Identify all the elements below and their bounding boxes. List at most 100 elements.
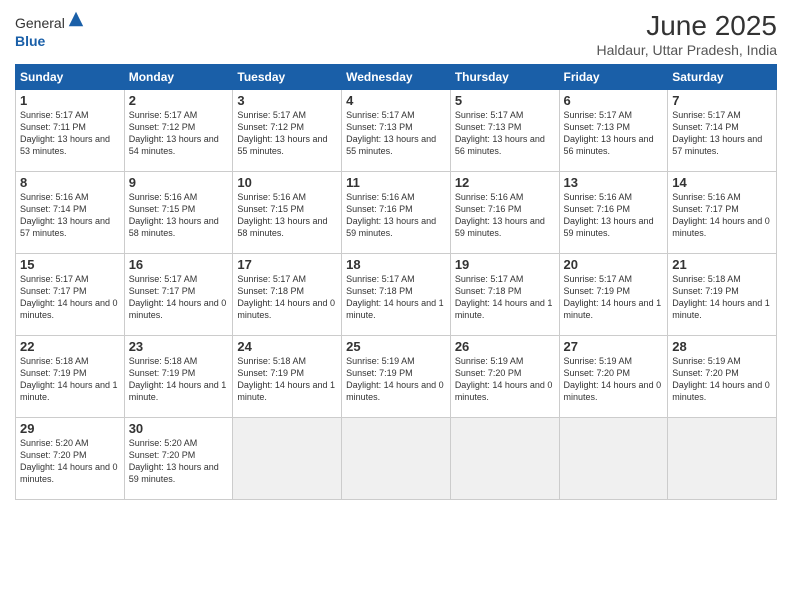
day-info: Sunrise: 5:19 AM Sunset: 7:19 PM Dayligh…: [346, 355, 446, 404]
table-row: 15 Sunrise: 5:17 AM Sunset: 7:17 PM Dayl…: [16, 254, 125, 336]
table-row: 19 Sunrise: 5:17 AM Sunset: 7:18 PM Dayl…: [450, 254, 559, 336]
day-info: Sunrise: 5:20 AM Sunset: 7:20 PM Dayligh…: [129, 437, 229, 486]
day-number: 19: [455, 257, 555, 272]
table-row: 5 Sunrise: 5:17 AM Sunset: 7:13 PM Dayli…: [450, 90, 559, 172]
calendar-week-row: 22 Sunrise: 5:18 AM Sunset: 7:19 PM Dayl…: [16, 336, 777, 418]
calendar-table: Sunday Monday Tuesday Wednesday Thursday…: [15, 64, 777, 500]
day-number: 29: [20, 421, 120, 436]
day-info: Sunrise: 5:18 AM Sunset: 7:19 PM Dayligh…: [129, 355, 229, 404]
col-sunday: Sunday: [16, 65, 125, 90]
table-row: 13 Sunrise: 5:16 AM Sunset: 7:16 PM Dayl…: [559, 172, 668, 254]
day-info: Sunrise: 5:19 AM Sunset: 7:20 PM Dayligh…: [455, 355, 555, 404]
day-info: Sunrise: 5:17 AM Sunset: 7:13 PM Dayligh…: [564, 109, 664, 158]
table-row: 3 Sunrise: 5:17 AM Sunset: 7:12 PM Dayli…: [233, 90, 342, 172]
day-info: Sunrise: 5:17 AM Sunset: 7:17 PM Dayligh…: [20, 273, 120, 322]
logo-general: General: [15, 15, 65, 31]
table-row: 12 Sunrise: 5:16 AM Sunset: 7:16 PM Dayl…: [450, 172, 559, 254]
table-row: 30 Sunrise: 5:20 AM Sunset: 7:20 PM Dayl…: [124, 418, 233, 500]
calendar-week-row: 8 Sunrise: 5:16 AM Sunset: 7:14 PM Dayli…: [16, 172, 777, 254]
table-row: 8 Sunrise: 5:16 AM Sunset: 7:14 PM Dayli…: [16, 172, 125, 254]
day-number: 21: [672, 257, 772, 272]
day-number: 20: [564, 257, 664, 272]
day-info: Sunrise: 5:16 AM Sunset: 7:17 PM Dayligh…: [672, 191, 772, 240]
table-row: [233, 418, 342, 500]
logo: General Blue: [15, 10, 85, 51]
header: General Blue June 2025 Haldaur, Uttar Pr…: [15, 10, 777, 58]
day-info: Sunrise: 5:18 AM Sunset: 7:19 PM Dayligh…: [237, 355, 337, 404]
day-number: 3: [237, 93, 337, 108]
day-info: Sunrise: 5:17 AM Sunset: 7:19 PM Dayligh…: [564, 273, 664, 322]
table-row: 10 Sunrise: 5:16 AM Sunset: 7:15 PM Dayl…: [233, 172, 342, 254]
table-row: 20 Sunrise: 5:17 AM Sunset: 7:19 PM Dayl…: [559, 254, 668, 336]
day-number: 8: [20, 175, 120, 190]
day-number: 7: [672, 93, 772, 108]
day-info: Sunrise: 5:16 AM Sunset: 7:16 PM Dayligh…: [346, 191, 446, 240]
col-saturday: Saturday: [668, 65, 777, 90]
page: General Blue June 2025 Haldaur, Uttar Pr…: [0, 0, 792, 612]
table-row: 26 Sunrise: 5:19 AM Sunset: 7:20 PM Dayl…: [450, 336, 559, 418]
day-info: Sunrise: 5:20 AM Sunset: 7:20 PM Dayligh…: [20, 437, 120, 486]
table-row: 29 Sunrise: 5:20 AM Sunset: 7:20 PM Dayl…: [16, 418, 125, 500]
calendar-week-row: 29 Sunrise: 5:20 AM Sunset: 7:20 PM Dayl…: [16, 418, 777, 500]
day-info: Sunrise: 5:16 AM Sunset: 7:15 PM Dayligh…: [129, 191, 229, 240]
day-number: 26: [455, 339, 555, 354]
table-row: 4 Sunrise: 5:17 AM Sunset: 7:13 PM Dayli…: [342, 90, 451, 172]
table-row: 16 Sunrise: 5:17 AM Sunset: 7:17 PM Dayl…: [124, 254, 233, 336]
day-number: 2: [129, 93, 229, 108]
day-number: 4: [346, 93, 446, 108]
table-row: [342, 418, 451, 500]
day-info: Sunrise: 5:16 AM Sunset: 7:16 PM Dayligh…: [564, 191, 664, 240]
day-info: Sunrise: 5:18 AM Sunset: 7:19 PM Dayligh…: [672, 273, 772, 322]
table-row: 24 Sunrise: 5:18 AM Sunset: 7:19 PM Dayl…: [233, 336, 342, 418]
table-row: 11 Sunrise: 5:16 AM Sunset: 7:16 PM Dayl…: [342, 172, 451, 254]
day-info: Sunrise: 5:19 AM Sunset: 7:20 PM Dayligh…: [564, 355, 664, 404]
col-friday: Friday: [559, 65, 668, 90]
day-info: Sunrise: 5:16 AM Sunset: 7:15 PM Dayligh…: [237, 191, 337, 240]
title-block: June 2025 Haldaur, Uttar Pradesh, India: [596, 10, 777, 58]
day-number: 25: [346, 339, 446, 354]
day-info: Sunrise: 5:16 AM Sunset: 7:14 PM Dayligh…: [20, 191, 120, 240]
day-number: 30: [129, 421, 229, 436]
day-number: 16: [129, 257, 229, 272]
day-number: 12: [455, 175, 555, 190]
day-number: 22: [20, 339, 120, 354]
page-title: June 2025: [596, 10, 777, 42]
day-info: Sunrise: 5:17 AM Sunset: 7:13 PM Dayligh…: [346, 109, 446, 158]
table-row: 14 Sunrise: 5:16 AM Sunset: 7:17 PM Dayl…: [668, 172, 777, 254]
table-row: [450, 418, 559, 500]
day-info: Sunrise: 5:18 AM Sunset: 7:19 PM Dayligh…: [20, 355, 120, 404]
day-info: Sunrise: 5:17 AM Sunset: 7:12 PM Dayligh…: [237, 109, 337, 158]
day-number: 24: [237, 339, 337, 354]
day-number: 13: [564, 175, 664, 190]
table-row: 9 Sunrise: 5:16 AM Sunset: 7:15 PM Dayli…: [124, 172, 233, 254]
day-number: 5: [455, 93, 555, 108]
table-row: 7 Sunrise: 5:17 AM Sunset: 7:14 PM Dayli…: [668, 90, 777, 172]
table-row: 27 Sunrise: 5:19 AM Sunset: 7:20 PM Dayl…: [559, 336, 668, 418]
day-info: Sunrise: 5:17 AM Sunset: 7:13 PM Dayligh…: [455, 109, 555, 158]
day-info: Sunrise: 5:19 AM Sunset: 7:20 PM Dayligh…: [672, 355, 772, 404]
day-info: Sunrise: 5:17 AM Sunset: 7:14 PM Dayligh…: [672, 109, 772, 158]
table-row: 21 Sunrise: 5:18 AM Sunset: 7:19 PM Dayl…: [668, 254, 777, 336]
day-number: 14: [672, 175, 772, 190]
day-info: Sunrise: 5:17 AM Sunset: 7:11 PM Dayligh…: [20, 109, 120, 158]
day-number: 15: [20, 257, 120, 272]
day-info: Sunrise: 5:17 AM Sunset: 7:18 PM Dayligh…: [346, 273, 446, 322]
table-row: 28 Sunrise: 5:19 AM Sunset: 7:20 PM Dayl…: [668, 336, 777, 418]
col-tuesday: Tuesday: [233, 65, 342, 90]
calendar-week-row: 1 Sunrise: 5:17 AM Sunset: 7:11 PM Dayli…: [16, 90, 777, 172]
day-info: Sunrise: 5:16 AM Sunset: 7:16 PM Dayligh…: [455, 191, 555, 240]
col-thursday: Thursday: [450, 65, 559, 90]
day-number: 11: [346, 175, 446, 190]
table-row: 17 Sunrise: 5:17 AM Sunset: 7:18 PM Dayl…: [233, 254, 342, 336]
day-number: 6: [564, 93, 664, 108]
day-info: Sunrise: 5:17 AM Sunset: 7:12 PM Dayligh…: [129, 109, 229, 158]
day-number: 17: [237, 257, 337, 272]
table-row: [559, 418, 668, 500]
day-number: 23: [129, 339, 229, 354]
calendar-week-row: 15 Sunrise: 5:17 AM Sunset: 7:17 PM Dayl…: [16, 254, 777, 336]
table-row: 25 Sunrise: 5:19 AM Sunset: 7:19 PM Dayl…: [342, 336, 451, 418]
table-row: 1 Sunrise: 5:17 AM Sunset: 7:11 PM Dayli…: [16, 90, 125, 172]
day-number: 18: [346, 257, 446, 272]
col-wednesday: Wednesday: [342, 65, 451, 90]
day-number: 1: [20, 93, 120, 108]
